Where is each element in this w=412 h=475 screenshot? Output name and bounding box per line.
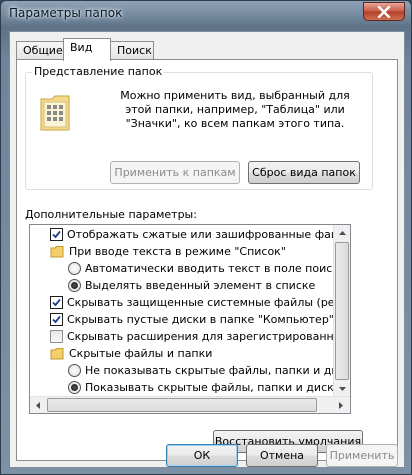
radio-button[interactable]: [68, 381, 81, 394]
radio-button[interactable]: [68, 364, 81, 377]
arrow-down-icon: [338, 387, 346, 391]
checkbox[interactable]: [50, 296, 63, 309]
tree-item[interactable]: Не показывать скрытые файлы, папки и дис…: [68, 362, 351, 379]
arrow-up-icon: [338, 231, 346, 235]
tree-item-label: Не показывать скрытые файлы, папки и дис…: [85, 364, 351, 377]
vertical-scrollbar[interactable]: [333, 225, 350, 398]
window-title: Параметры папок: [9, 6, 123, 20]
check-icon: [52, 315, 61, 324]
folder-icon: [50, 245, 64, 257]
folder-view-legend: Представление папок: [32, 65, 165, 78]
tree-group-label: Скрытые файлы и папки: [69, 347, 213, 360]
tree-item[interactable]: Выделять введенный элемент в списке: [68, 277, 315, 294]
folder-icon: [50, 347, 64, 359]
radio-button[interactable]: [68, 262, 81, 275]
ok-button[interactable]: ОК: [166, 444, 238, 467]
tree-item[interactable]: Скрывать расширения для зарегистрированн…: [50, 328, 350, 345]
scroll-up-button[interactable]: [334, 225, 350, 241]
checkbox[interactable]: [50, 313, 63, 326]
tree-item-label: Скрывать расширения для зарегистрированн…: [67, 330, 350, 343]
tree-item-label: Скрывать защищенные системные файлы (рек…: [67, 296, 350, 309]
tree-item-label: Отображать сжатые или зашифрованные файл…: [67, 228, 350, 241]
cancel-button[interactable]: Отмена: [246, 444, 318, 467]
tree-group-label: При вводе текста в режиме "Список": [69, 245, 286, 258]
tree-group: Скрытые файлы и папки: [50, 345, 212, 362]
tree-item-label: Автоматически вводить текст в поле поиск…: [85, 262, 346, 275]
tree-item[interactable]: Показывать скрытые файлы, папки и диски: [68, 379, 341, 396]
reset-folders-button[interactable]: Сброс вида папок: [248, 161, 360, 184]
close-button[interactable]: [363, 2, 405, 21]
tab-view[interactable]: Вид: [63, 38, 111, 61]
arrow-right-icon: [339, 401, 343, 409]
advanced-settings-tree[interactable]: Отображать сжатые или зашифрованные файл…: [29, 224, 351, 414]
tree-item-label: Скрывать пустые диски в папке "Компьютер…: [67, 313, 334, 326]
tab-search[interactable]: Поиск: [110, 41, 154, 60]
advanced-settings-label: Дополнительные параметры:: [25, 208, 197, 221]
tree-item[interactable]: Скрывать защищенные системные файлы (рек…: [50, 294, 350, 311]
title-bar[interactable]: Параметры папок: [1, 1, 411, 27]
folder-options-dialog: Параметры папок Общие Вид Поиск Представ…: [0, 0, 412, 475]
scroll-right-button[interactable]: [333, 397, 349, 413]
arrow-left-icon: [36, 401, 40, 409]
view-tab-panel: Представление папок Можно применить вид,…: [16, 59, 398, 461]
radio-button[interactable]: [68, 279, 81, 292]
tree-item-label: Показывать скрытые файлы, папки и диски: [85, 381, 341, 394]
folder-view-description: Можно применить вид, выбранный для этой …: [120, 89, 350, 130]
tree-item-label: Выделять введенный элемент в списке: [85, 279, 316, 292]
checkbox[interactable]: [50, 228, 63, 241]
check-icon: [52, 230, 61, 239]
tree-item[interactable]: Скрывать пустые диски в папке "Компьютер…: [50, 311, 334, 328]
apply-to-folders-button[interactable]: Применить к папкам: [110, 161, 240, 184]
dialog-body: Общие Вид Поиск Представление папок Можн…: [9, 31, 405, 468]
horizontal-scroll-thumb[interactable]: [47, 398, 317, 412]
folder-view-icon: [40, 95, 70, 131]
tree-item[interactable]: Автоматически вводить текст в поле поиск…: [68, 260, 346, 277]
tree-item[interactable]: Отображать сжатые или зашифрованные файл…: [50, 226, 350, 243]
close-icon: [377, 5, 391, 18]
tree-group: При вводе текста в режиме "Список": [50, 243, 286, 260]
scroll-down-button[interactable]: [334, 381, 350, 397]
checkbox[interactable]: [50, 330, 63, 343]
check-icon: [52, 298, 61, 307]
scroll-left-button[interactable]: [30, 397, 46, 413]
tab-general[interactable]: Общие: [16, 41, 64, 60]
apply-button[interactable]: Применить: [326, 444, 398, 467]
vertical-scroll-thumb[interactable]: [335, 242, 349, 380]
horizontal-scrollbar[interactable]: [30, 396, 350, 413]
folder-view-group: Представление папок Можно применить вид,…: [25, 65, 373, 190]
